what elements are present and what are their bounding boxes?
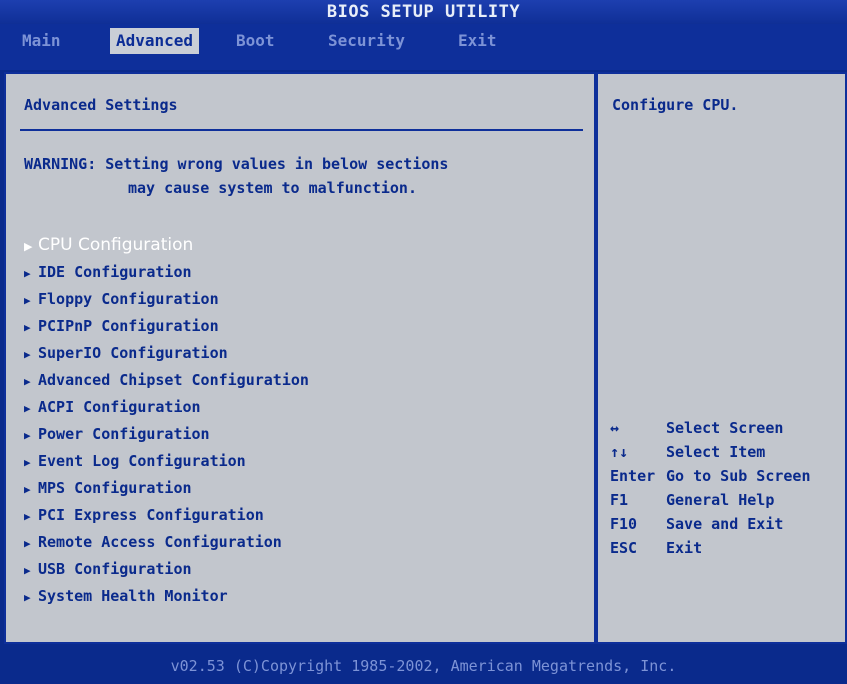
triangle-right-icon: ▶: [24, 564, 31, 577]
divider: [20, 129, 583, 131]
key-label: ↑↓: [610, 443, 629, 461]
warning-line-1: WARNING: Setting wrong values in below s…: [24, 155, 449, 173]
submenu-item-pcipnp[interactable]: ▶ PCIPnP Configuration: [24, 313, 584, 340]
key-legend-row: F1 General Help: [610, 488, 846, 512]
submenu-item-label: PCI Express Configuration: [38, 506, 264, 524]
submenu-item-remote-access[interactable]: ▶ Remote Access Configuration: [24, 529, 584, 556]
submenu-item-label: Event Log Configuration: [38, 452, 246, 470]
key-legend-row: F10 Save and Exit: [610, 512, 846, 536]
tab-main[interactable]: Main: [16, 28, 67, 54]
submenu-item-floppy[interactable]: ▶ Floppy Configuration: [24, 286, 584, 313]
triangle-right-icon: ▶: [24, 294, 31, 307]
triangle-right-icon: ▶: [24, 240, 33, 253]
tab-security[interactable]: Security: [322, 28, 411, 54]
menu-bar: Main Advanced Boot Security Exit: [0, 24, 847, 70]
triangle-right-icon: ▶: [24, 591, 31, 604]
triangle-right-icon: ▶: [24, 429, 31, 442]
key-label: ESC: [610, 539, 638, 557]
submenu-item-label: Advanced Chipset Configuration: [38, 371, 309, 389]
submenu-item-label: Remote Access Configuration: [38, 533, 282, 551]
main-panel: Advanced Settings WARNING: Setting wrong…: [4, 72, 596, 644]
key-action: Go to Sub Screen: [666, 467, 811, 485]
submenu-item-label: ACPI Configuration: [38, 398, 201, 416]
key-legend-row: ↔ Select Screen: [610, 416, 846, 440]
submenu-item-label: Floppy Configuration: [38, 290, 219, 308]
key-action: Save and Exit: [666, 515, 784, 533]
submenu-item-label: System Health Monitor: [38, 587, 228, 605]
key-action: Exit: [666, 539, 703, 557]
key-action: Select Item: [666, 443, 766, 461]
submenu-item-usb[interactable]: ▶ USB Configuration: [24, 556, 584, 583]
key-action: Select Screen: [666, 419, 784, 437]
copyright-footer: v02.53 (C)Copyright 1985-2002, American …: [0, 648, 847, 684]
submenu-item-label: IDE Configuration: [38, 263, 192, 281]
submenu-item-label: PCIPnP Configuration: [38, 317, 219, 335]
help-panel: Configure CPU. ↔ Select Screen ↑↓ Select I…: [596, 72, 847, 644]
submenu-item-label: CPU Configuration: [38, 235, 194, 255]
key-label: ↔: [610, 419, 620, 437]
key-legend: ↔ Select Screen ↑↓ Select Item Enter Go to …: [610, 416, 846, 560]
submenu-item-pci-express[interactable]: ▶ PCI Express Configuration: [24, 502, 584, 529]
submenu-item-mps[interactable]: ▶ MPS Configuration: [24, 475, 584, 502]
submenu-item-label: MPS Configuration: [38, 479, 192, 497]
key-action: General Help: [666, 491, 775, 509]
submenu-item-acpi[interactable]: ▶ ACPI Configuration: [24, 394, 584, 421]
key-label: Enter: [610, 467, 656, 485]
triangle-right-icon: ▶: [24, 537, 31, 550]
submenu-item-label: Power Configuration: [38, 425, 210, 443]
tab-exit[interactable]: Exit: [452, 28, 503, 54]
warning-line-2: may cause system to malfunction.: [128, 179, 417, 197]
triangle-right-icon: ▶: [24, 402, 31, 415]
submenu-list: ▶ CPU Configuration ▶ IDE Configuration ▶ F…: [24, 232, 584, 610]
triangle-right-icon: ▶: [24, 267, 31, 280]
key-label: F10: [610, 515, 638, 533]
help-text: Configure CPU.: [612, 96, 739, 114]
title-bar: BIOS SETUP UTILITY: [0, 0, 847, 24]
triangle-right-icon: ▶: [24, 510, 31, 523]
submenu-item-health-monitor[interactable]: ▶ System Health Monitor: [24, 583, 584, 610]
submenu-item-label: SuperIO Configuration: [38, 344, 228, 362]
app-title: BIOS SETUP UTILITY: [326, 2, 521, 22]
submenu-item-cpu[interactable]: ▶ CPU Configuration: [24, 232, 584, 259]
warning-message: WARNING: Setting wrong values in below s…: [24, 152, 584, 200]
submenu-item-power[interactable]: ▶ Power Configuration: [24, 421, 584, 448]
triangle-right-icon: ▶: [24, 483, 31, 496]
submenu-item-event-log[interactable]: ▶ Event Log Configuration: [24, 448, 584, 475]
key-legend-row: ESC Exit: [610, 536, 846, 560]
tab-advanced[interactable]: Advanced: [110, 28, 200, 54]
submenu-item-superio[interactable]: ▶ SuperIO Configuration: [24, 340, 584, 367]
page-title: Advanced Settings: [24, 96, 178, 114]
copyright-text: v02.53 (C)Copyright 1985-2002, American …: [170, 657, 677, 675]
key-legend-row: ↑↓ Select Item: [610, 440, 846, 464]
key-label: F1: [610, 491, 629, 509]
submenu-item-chipset[interactable]: ▶ Advanced Chipset Configuration: [24, 367, 584, 394]
triangle-right-icon: ▶: [24, 456, 31, 469]
triangle-right-icon: ▶: [24, 321, 31, 334]
submenu-item-ide[interactable]: ▶ IDE Configuration: [24, 259, 584, 286]
triangle-right-icon: ▶: [24, 348, 31, 361]
submenu-item-label: USB Configuration: [38, 560, 192, 578]
key-legend-row: Enter Go to Sub Screen: [610, 464, 846, 488]
triangle-right-icon: ▶: [24, 375, 31, 388]
tab-boot[interactable]: Boot: [230, 28, 281, 54]
